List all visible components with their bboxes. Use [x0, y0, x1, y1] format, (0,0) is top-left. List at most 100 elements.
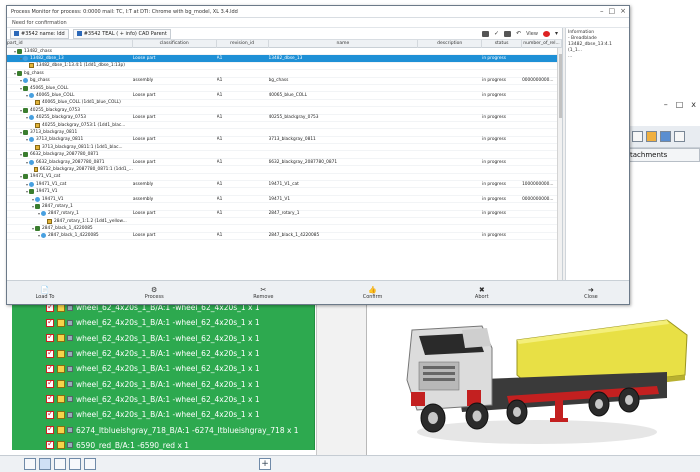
column-classification[interactable]: classification	[133, 39, 217, 48]
stop-icon[interactable]	[542, 30, 550, 37]
dialog-tree-panel: #3542 name: ldd #3542 TEAL ( + info) CAD…	[7, 28, 563, 280]
visibility-checkbox[interactable]	[46, 332, 54, 343]
column-name[interactable]: name	[269, 39, 419, 48]
cell-description	[418, 151, 482, 158]
document-icon	[14, 31, 19, 36]
cell-description	[418, 218, 482, 225]
statusbar-zoom-icon[interactable]	[39, 458, 51, 470]
truck-model	[406, 319, 688, 444]
list-item[interactable]: 6274_Itblueishgray_718_B/A:1 -6274_Itblu…	[12, 422, 314, 437]
toolbar-export-icon[interactable]	[674, 131, 685, 142]
cell-number-of-rel	[522, 122, 562, 129]
cell-part-id: ▾ 6632_blackgray_2087780_0871	[7, 159, 133, 166]
column-revision[interactable]: revision_id	[217, 39, 269, 48]
undo-icon[interactable]: ↶	[516, 30, 521, 37]
cell-number-of-rel	[522, 188, 562, 195]
action-button-abort[interactable]: ✖ Abort	[452, 281, 512, 305]
3d-viewport[interactable]	[366, 300, 700, 455]
visibility-checkbox[interactable]	[46, 378, 54, 389]
dialog-minimize-icon[interactable]: –	[600, 7, 604, 15]
cell-part-id: ▾ 19471_V1	[7, 188, 133, 195]
column-number-of-rel[interactable]: number_of_rel...	[522, 39, 562, 48]
list-item[interactable]: wheel_62_4x20s_1_B/A:1 -wheel_62_4x20s_1…	[12, 346, 314, 361]
assembly-icon	[29, 189, 34, 195]
column-status[interactable]: status	[482, 39, 523, 48]
breadcrumb-item-parent[interactable]: #3542 TEAL ( + info) CAD Parent	[72, 28, 171, 39]
close-icon[interactable]: x	[691, 100, 696, 114]
action-button-load-to[interactable]: 📄 Load To	[15, 281, 75, 305]
visibility-checkbox[interactable]	[46, 317, 54, 327]
cell-revision: A1	[216, 137, 223, 143]
table-row[interactable]: ▾ 2847_black_1_4220085 Loose part A1 2847_bl…	[7, 233, 562, 241]
list-item-label: wheel_62_4x20s_1_B/A:1 -wheel_62_4x20s_1…	[76, 394, 260, 404]
background-window-controls: – □ x	[628, 100, 700, 114]
part-id-label: 3713_blackgray_0811:1 (1dd1_blac...	[42, 144, 123, 150]
toolbar-grid-icon[interactable]	[646, 131, 657, 142]
dialog-maximize-icon[interactable]: □	[609, 7, 616, 15]
dropdown-arrow-icon[interactable]: ▾	[555, 30, 558, 37]
cell-number-of-rel: 0000000000...	[522, 196, 554, 202]
list-item[interactable]: wheel_62_4x20s_1_B/A:1 -wheel_62_4x20s_1…	[12, 331, 314, 346]
list-item-label: wheel_62_4x20s_1_B/A:1 -wheel_62_4x20s_1…	[76, 318, 260, 328]
scrollbar-thumb[interactable]	[559, 54, 562, 118]
action-button-process[interactable]: ⚙ Process	[124, 281, 184, 305]
cell-status: in progress	[482, 181, 506, 187]
action-button-confirm[interactable]: 👍 Confirm	[343, 281, 403, 305]
action-button-close[interactable]: ➜ Close	[561, 281, 621, 305]
visibility-checkbox[interactable]	[46, 409, 54, 419]
assembly-icon	[35, 203, 40, 209]
list-item[interactable]: 6590_red_B/A:1 -6590_red x 1	[12, 438, 314, 450]
visibility-checkbox[interactable]	[46, 424, 54, 435]
binoculars-icon[interactable]	[482, 30, 490, 37]
visibility-checkbox[interactable]	[46, 439, 54, 450]
cell-number-of-rel	[522, 114, 562, 121]
cell-revision	[217, 166, 269, 173]
statusbar-camera-icon[interactable]	[24, 458, 36, 470]
cell-description	[418, 210, 482, 217]
statusbar-grid-icon[interactable]	[69, 458, 81, 470]
column-description[interactable]: description	[418, 39, 483, 48]
list-item[interactable]: wheel_62_4x20s_1_B/A:1 -wheel_62_4x20s_1…	[12, 315, 314, 330]
cell-number-of-rel	[522, 99, 562, 106]
cell-number-of-rel	[522, 151, 562, 158]
toolbar-view-icon[interactable]	[660, 131, 671, 142]
list-item[interactable]: wheel_62_4x20s_1_B/A:1 -wheel_62_4x20s_1…	[12, 361, 314, 376]
visibility-checkbox[interactable]	[46, 348, 54, 358]
object-icon	[29, 137, 34, 143]
list-item[interactable]: wheel_62_4x20s_1_B/A:1 -wheel_62_4x20s_1…	[12, 407, 314, 422]
part-id-label: 6632_blackgray_2087780_0871:1 (1dd1_...	[39, 166, 133, 172]
settings-icon[interactable]	[504, 30, 512, 37]
cell-description	[418, 62, 482, 69]
list-item-label: wheel_62_4x20s_1_B/A:1 -wheel_62_4x20s_1…	[76, 379, 260, 389]
cell-part-id: 13482_dbse_1:13.4:1 (1dd1_dbse_1:13p)	[7, 62, 133, 69]
dialog-close-icon[interactable]: ×	[620, 7, 626, 15]
cell-description	[418, 55, 482, 62]
visibility-checkbox[interactable]	[46, 393, 54, 404]
list-item[interactable]: wheel_62_4x20s_1_B/A:1 -wheel_62_4x20s_1…	[12, 376, 314, 391]
vertical-scrollbar[interactable]	[557, 48, 562, 280]
breadcrumb-item-name[interactable]: #3542 name: ldd	[10, 28, 69, 39]
cell-revision: A1	[216, 211, 223, 217]
column-part-id[interactable]: part_id	[7, 39, 133, 48]
minimize-icon[interactable]: –	[664, 100, 668, 114]
statusbar-image-icon[interactable]	[54, 458, 66, 470]
table-header: part_id classification revision_id name …	[7, 39, 562, 48]
view-label[interactable]: View	[526, 31, 538, 37]
add-icon[interactable]: +	[259, 458, 271, 470]
cell-part-id: ▾ 13482_chass	[7, 48, 133, 55]
list-item[interactable]: wheel_62_4x20s_1_B/A:1 -wheel_62_4x20s_1…	[12, 392, 314, 407]
maximize-icon[interactable]: □	[676, 100, 684, 114]
statusbar-photo-icon[interactable]	[84, 458, 96, 470]
cell-part-id: ▾ 13482_dbse_13	[7, 55, 133, 62]
cell-name: 3713_blackgray_0811	[268, 137, 316, 143]
cell-part-id: ▾ bg_chass	[7, 77, 133, 84]
action-icon: ⚙	[151, 286, 158, 294]
action-icon: 📄	[40, 286, 50, 294]
action-button-remove[interactable]: ✂ Remove	[233, 281, 293, 305]
part-folder-icon	[57, 426, 65, 435]
filter-icon[interactable]: ✓	[494, 30, 499, 37]
toolbar-button-icon[interactable]	[632, 131, 643, 142]
visibility-checkbox[interactable]	[46, 363, 54, 373]
attachments-tab[interactable]: tachments	[626, 148, 700, 162]
cell-description	[418, 122, 482, 129]
